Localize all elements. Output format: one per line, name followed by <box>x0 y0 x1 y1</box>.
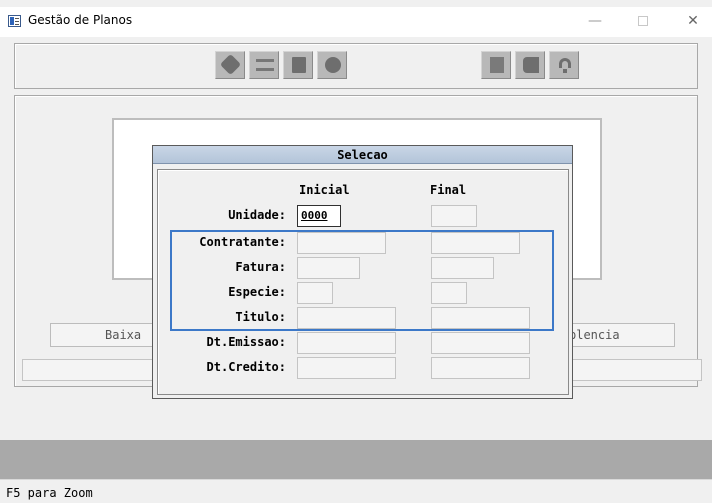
report-icon <box>490 57 504 73</box>
column-header-initial: Inicial <box>299 183 350 197</box>
titulo-initial-input[interactable] <box>297 307 396 329</box>
maximize-button[interactable] <box>628 11 658 31</box>
fatura-initial-input[interactable] <box>297 257 360 279</box>
app-window: Gestão de Planos — ✕ Baixa plencia F5 pa… <box>0 0 712 503</box>
fatura-final-input[interactable] <box>431 257 494 279</box>
label-fatura: Fatura: <box>235 260 286 274</box>
settings-icon <box>325 57 341 73</box>
dialog-title: Selecao <box>153 146 572 164</box>
app-icon <box>8 15 21 27</box>
copy-icon <box>292 57 306 73</box>
exit-icon <box>523 57 539 73</box>
edit-icon <box>219 53 242 76</box>
contratante-final-input[interactable] <box>431 232 520 254</box>
exit-button[interactable] <box>515 51 545 79</box>
selection-dialog: Selecao Inicial Final Unidade: 0000 Cont… <box>152 145 573 399</box>
dt-emissao-initial-input[interactable] <box>297 332 396 354</box>
label-dt-credito: Dt.Credito: <box>206 360 286 374</box>
edit-button[interactable] <box>215 51 245 79</box>
status-bar: F5 para Zoom <box>0 479 712 503</box>
list-button[interactable] <box>249 51 279 79</box>
dt-credito-initial-input[interactable] <box>297 357 396 379</box>
message-bar <box>0 440 712 479</box>
status-text: F5 para Zoom <box>6 486 93 500</box>
unidade-final-input[interactable] <box>431 205 477 227</box>
close-button[interactable]: ✕ <box>678 11 708 31</box>
especie-initial-input[interactable] <box>297 282 333 304</box>
dt-credito-final-input[interactable] <box>431 357 530 379</box>
copy-button[interactable] <box>283 51 313 79</box>
inadimplencia-button[interactable]: plencia <box>560 323 675 347</box>
background-field-left[interactable] <box>22 359 158 381</box>
titulo-final-input[interactable] <box>431 307 530 329</box>
help-icon <box>559 58 571 68</box>
contratante-initial-input[interactable] <box>297 232 386 254</box>
window-title: Gestão de Planos <box>28 13 133 27</box>
minimize-button[interactable]: — <box>580 11 610 31</box>
list-icon <box>256 59 274 71</box>
unidade-initial-input[interactable]: 0000 <box>297 205 341 227</box>
settings-button[interactable] <box>317 51 347 79</box>
label-especie: Especie: <box>228 285 286 299</box>
dt-emissao-final-input[interactable] <box>431 332 530 354</box>
label-contratante: Contratante: <box>199 235 286 249</box>
label-dt-emissao: Dt.Emissao: <box>206 335 286 349</box>
help-button[interactable] <box>549 51 579 79</box>
especie-final-input[interactable] <box>431 282 467 304</box>
column-header-final: Final <box>430 183 467 197</box>
label-titulo: Titulo: <box>235 310 286 324</box>
title-bar: Gestão de Planos — ✕ <box>0 7 712 37</box>
maximize-icon <box>638 16 648 26</box>
report-button[interactable] <box>481 51 511 79</box>
background-field-right[interactable] <box>560 359 702 381</box>
label-unidade: Unidade: <box>228 208 286 222</box>
toolbar <box>14 43 698 89</box>
baixa-button[interactable]: Baixa <box>50 323 158 347</box>
